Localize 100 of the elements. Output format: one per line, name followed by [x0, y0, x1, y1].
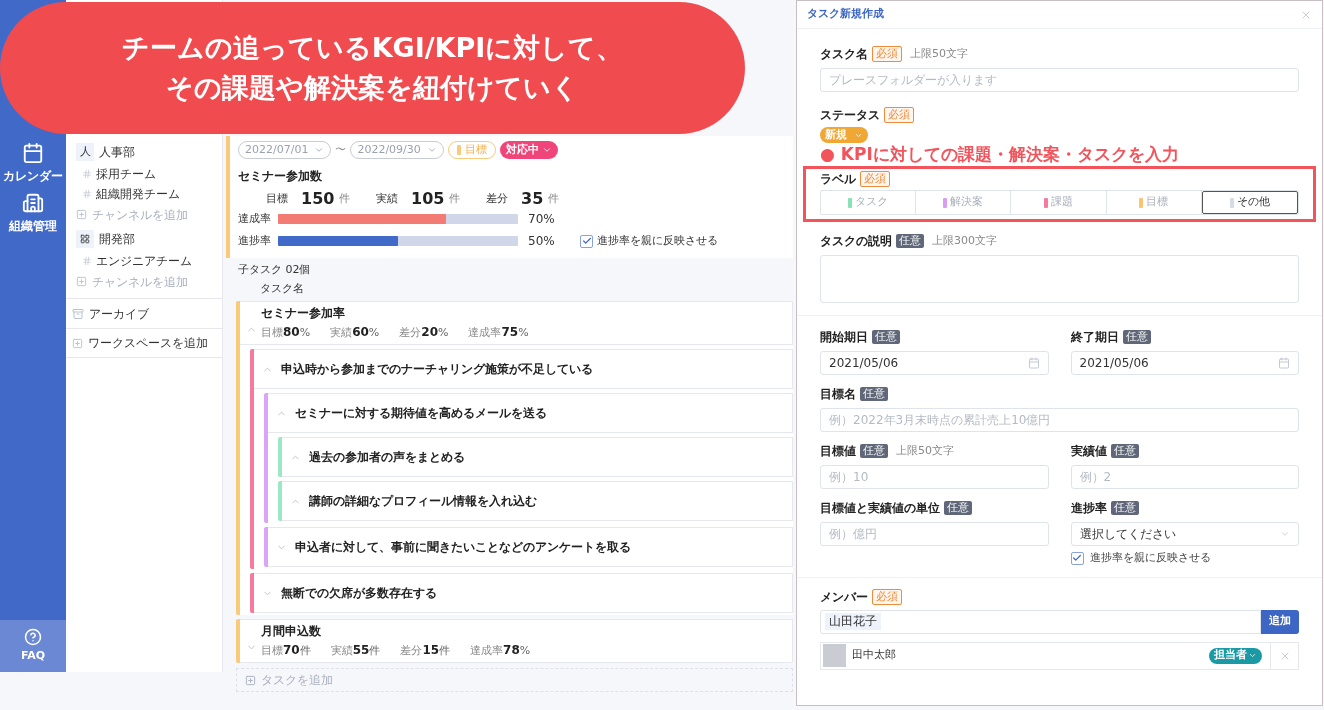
calendar-icon: [1027, 357, 1040, 369]
headline-text: チームの追っているKGI/KPIに対して、: [121, 31, 624, 65]
checkbox-label: 進捗率を親に反映させる: [1089, 550, 1211, 566]
task-title: セミナーに対する期待値を高めるメールを送る: [295, 405, 547, 422]
input-field[interactable]: プレースフォルダーが入ります: [820, 68, 1299, 92]
task-title: 過去の参加者の声をまとめる: [309, 449, 465, 466]
panel-title: タスク新規作成: [807, 6, 884, 23]
metric-text: 実績60%: [330, 323, 380, 341]
avatar-placeholder: [823, 644, 846, 667]
archive-icon: [72, 307, 84, 320]
hash-icon: [82, 169, 92, 179]
date-field[interactable]: 2021/05/06: [1070, 351, 1299, 375]
field-label: 目標値と実績値の単位: [820, 500, 940, 517]
field-tag: 必須: [860, 171, 890, 187]
field-tag: 任意: [1110, 444, 1139, 458]
metric-value: 35: [521, 189, 544, 208]
field-tag: 任意: [860, 387, 888, 401]
metric-text: 達成率75%: [468, 323, 529, 341]
checkbox[interactable]: [1070, 551, 1084, 565]
task-title: 講師の詳細なプロフィール情報を入れ込む: [309, 493, 537, 510]
select-field[interactable]: 選択してください: [1070, 522, 1299, 546]
task-row[interactable]: セミナーに対する期待値を高めるメールを送る: [268, 393, 793, 433]
input-field[interactable]: 例）2: [1070, 465, 1299, 489]
label-option[interactable]: その他: [1201, 191, 1298, 214]
bar-label: 達成率: [238, 210, 272, 227]
field-hint: 上限50文字: [910, 45, 968, 62]
headline-text: その課題や解決案を紐付けていく: [166, 71, 579, 105]
field-tag: 任意: [860, 444, 888, 458]
add-icon: [76, 276, 87, 287]
field-tag: 任意: [944, 501, 972, 515]
field-tag: 任意: [896, 234, 924, 248]
channel-item[interactable]: 組織開発チーム: [96, 185, 180, 203]
annotation-text: ● KPIに対しての課題・解決案・タスクを入力: [820, 143, 1180, 165]
field-hint: 上限300文字: [932, 232, 997, 249]
field-tag: 任意: [872, 330, 900, 344]
chevron-icon: [1280, 529, 1290, 539]
metric-text: 差分15件: [400, 641, 451, 659]
archive-link[interactable]: アーカイブ: [89, 304, 149, 323]
task-row[interactable]: 申込者に対して、事前に聞きたいことなどのアンケートを取る: [268, 527, 793, 567]
field-label: メンバー: [820, 588, 868, 606]
channel-item[interactable]: 採用チーム: [96, 165, 156, 183]
description-field[interactable]: [820, 255, 1299, 303]
add-button[interactable]: 追加: [1261, 609, 1299, 634]
task-row[interactable]: 無断での欠席が多数存在する: [254, 573, 793, 613]
field-label: タスクの説明: [820, 233, 892, 250]
metric-unit: 件: [548, 190, 560, 207]
chevron-icon: [1248, 651, 1257, 660]
add-icon: [72, 337, 83, 349]
checkbox-label: 進捗率を親に反映させる: [597, 232, 718, 249]
bar-reading: 70%: [528, 211, 556, 228]
column-header: タスク名: [259, 280, 305, 297]
field-label: 目標名: [820, 386, 856, 403]
calendar-icon: [22, 141, 44, 164]
field-label: 実績値: [1070, 443, 1107, 460]
task-title: 無断での欠席が多数存在する: [281, 585, 437, 602]
task-row[interactable]: セミナー参加率 目標80% 実績60% 差分20% 達成率75%: [240, 301, 793, 345]
metric-value: 105: [411, 189, 445, 208]
task-row[interactable]: 月間申込数 目標70件 実績55件 差分15件 達成率78%: [240, 619, 793, 663]
field-label: 開始期日: [820, 329, 868, 346]
range-separator: 〜: [335, 141, 347, 158]
member-input[interactable]: 山田花子: [820, 609, 1261, 634]
field-label: ラベル: [820, 171, 856, 188]
metric-text: 達成率78%: [470, 641, 531, 659]
metric-unit: 件: [449, 190, 461, 207]
member-name: 田中太郎: [852, 647, 897, 664]
metric-text: 目標70件: [261, 641, 311, 659]
field-hint: 上限50文字: [896, 442, 954, 459]
metric-label: 実績: [376, 190, 398, 207]
date-field[interactable]: 2021/05/06: [820, 351, 1049, 375]
task-title: 申込時から参加までのナーチャリング施策が不足している: [281, 361, 593, 378]
department-icon: [76, 230, 94, 248]
channel-item[interactable]: エンジニアチーム: [96, 252, 192, 270]
metric-value: 150: [301, 189, 335, 208]
input-field[interactable]: 例）10: [820, 465, 1049, 489]
calendar-icon: [1278, 357, 1290, 369]
field-tag: 必須: [872, 588, 902, 605]
metric-text: 目標80%: [261, 323, 311, 341]
nav-item[interactable]: 組織管理: [0, 188, 66, 238]
hash-icon: [82, 256, 92, 266]
task-row[interactable]: 講師の詳細なプロフィール情報を入れ込む: [282, 481, 793, 521]
department-name[interactable]: 人事部: [99, 143, 135, 161]
task-row[interactable]: 過去の参加者の声をまとめる: [282, 437, 793, 477]
add-icon: [76, 209, 87, 220]
metric-text: 実績55件: [330, 641, 381, 659]
chevron-icon: [541, 145, 552, 155]
task-title: セミナー参加率: [261, 304, 346, 321]
department-name[interactable]: 開発部: [99, 230, 135, 248]
input-field[interactable]: 例）億円: [820, 522, 1049, 546]
building-icon: [22, 191, 44, 214]
nav-item[interactable]: カレンダー: [0, 138, 66, 188]
metric-unit: 件: [339, 190, 351, 207]
status-dropdown[interactable]: 対応中: [499, 141, 558, 159]
help-icon: [24, 627, 42, 646]
subtask-count: 子タスク 02個: [238, 262, 312, 278]
chevron-icon: [314, 145, 325, 155]
bar-reading: 50%: [528, 233, 556, 250]
chevron-icon: [426, 145, 437, 155]
task-row[interactable]: 申込時から参加までのナーチャリング施策が不足している: [254, 349, 793, 389]
checkbox[interactable]: [580, 234, 593, 248]
add-workspace-link[interactable]: ワークスペースを追加: [88, 334, 208, 352]
